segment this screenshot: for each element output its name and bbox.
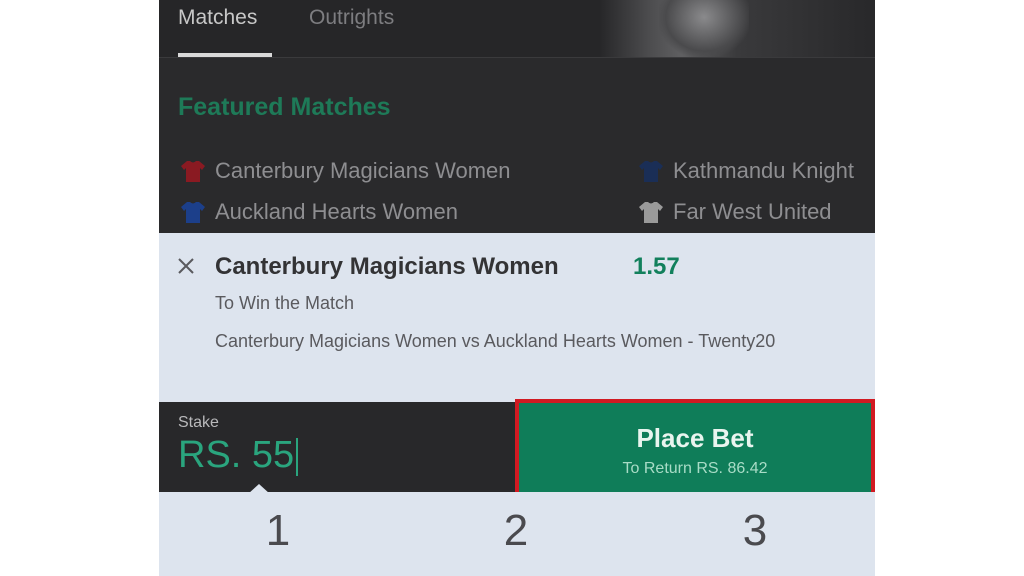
- featured-matches-heading: Featured Matches: [178, 93, 391, 121]
- stake-value: RS. 55: [178, 434, 295, 476]
- betting-app-screen: Matches Outrights Featured Matches Cante…: [159, 0, 875, 576]
- team-canterbury-magicians-women[interactable]: Canterbury Magicians Women: [215, 158, 511, 184]
- team-kathmandu-knight[interactable]: Kathmandu Knight: [673, 158, 854, 184]
- key-2[interactable]: 2: [476, 506, 556, 556]
- top-navigation: Matches Outrights: [159, 0, 875, 58]
- jersey-icon: [181, 201, 205, 223]
- stake-area: Stake RS. 55 Place Bet To Return RS. 86.…: [159, 399, 875, 496]
- header-hero-image: [599, 0, 875, 57]
- place-bet-label: Place Bet: [636, 423, 754, 453]
- bet-slip: Canterbury Magicians Women 1.57 To Win t…: [159, 233, 875, 402]
- close-icon[interactable]: [176, 256, 196, 276]
- jersey-icon: [639, 160, 663, 182]
- market-name: To Win the Match: [215, 293, 355, 313]
- team-far-west-united[interactable]: Far West United: [673, 199, 832, 225]
- stake-input[interactable]: RS. 55: [178, 434, 299, 477]
- place-bet-button[interactable]: Place Bet To Return RS. 86.42: [515, 399, 875, 496]
- jersey-icon: [181, 160, 205, 182]
- key-3[interactable]: 3: [715, 506, 795, 556]
- team-auckland-hearts-women[interactable]: Auckland Hearts Women: [215, 199, 458, 225]
- selection-odds: 1.57: [633, 253, 680, 280]
- text-cursor: [296, 437, 299, 476]
- event-name: Canterbury Magicians Women vs Auckland H…: [215, 331, 776, 351]
- active-tab-indicator: [178, 53, 272, 57]
- stake-label: Stake: [178, 414, 219, 431]
- key-1[interactable]: 1: [238, 506, 318, 556]
- player-silhouette: [659, 0, 749, 57]
- tab-matches[interactable]: Matches: [178, 6, 257, 30]
- potential-return: To Return RS. 86.42: [622, 460, 768, 477]
- selection-name: Canterbury Magicians Women: [215, 253, 559, 280]
- jersey-icon: [639, 201, 663, 223]
- numeric-keypad: 1 2 3: [159, 492, 875, 576]
- tab-outrights[interactable]: Outrights: [309, 6, 394, 30]
